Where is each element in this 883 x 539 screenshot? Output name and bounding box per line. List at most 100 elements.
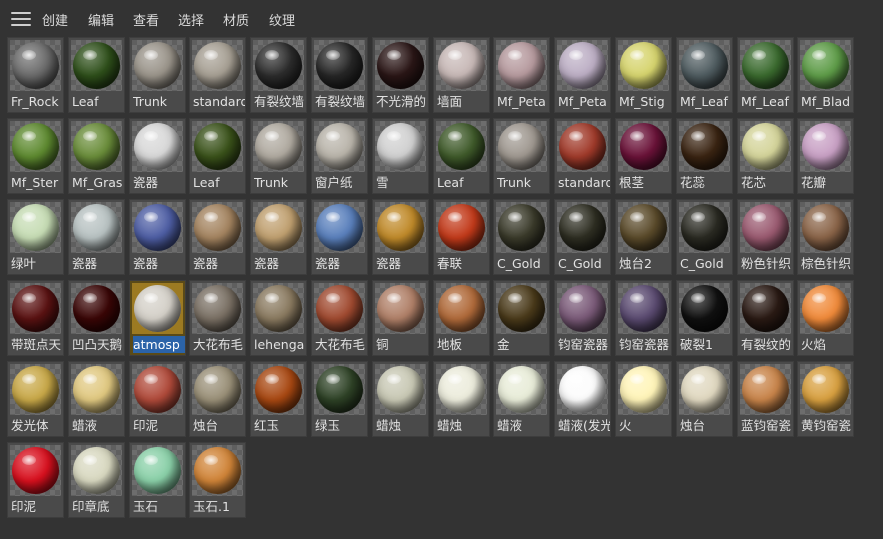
- material-thumbnail[interactable]: 瓷器: [372, 199, 429, 275]
- material-thumbnail[interactable]: 钧窑瓷器: [554, 280, 611, 356]
- material-thumbnail[interactable]: C_Gold: [493, 199, 550, 275]
- material-thumbnail[interactable]: 瓷器: [68, 199, 125, 275]
- material-thumbnail[interactable]: Trunk: [250, 118, 307, 194]
- menu-view[interactable]: 查看: [133, 10, 159, 29]
- menu-edit[interactable]: 编辑: [88, 10, 114, 29]
- material-label: atmosp: [133, 336, 185, 353]
- material-sphere-icon: [498, 204, 545, 251]
- material-thumbnail[interactable]: 花瓣: [797, 118, 854, 194]
- material-thumbnail[interactable]: 印泥: [129, 361, 186, 437]
- material-thumbnail[interactable]: 瓷器: [129, 199, 186, 275]
- material-thumbnail[interactable]: standard: [554, 118, 611, 194]
- material-thumbnail[interactable]: 蜡液: [493, 361, 550, 437]
- material-thumbnail[interactable]: 春联: [433, 199, 490, 275]
- material-label: 蓝钧窑瓷: [741, 418, 792, 433]
- material-thumbnail[interactable]: Trunk: [493, 118, 550, 194]
- material-thumbnail[interactable]: 烛台2: [615, 199, 672, 275]
- material-thumbnail[interactable]: 玉石.1: [189, 442, 246, 518]
- material-thumbnail[interactable]: 发光体: [7, 361, 64, 437]
- material-sphere-icon: [73, 42, 120, 89]
- material-label: 黄钧窑瓷: [801, 418, 852, 433]
- material-thumbnail[interactable]: C_Gold: [554, 199, 611, 275]
- material-preview: [10, 202, 61, 253]
- material-thumbnail[interactable]: 铜: [372, 280, 429, 356]
- material-sphere-icon: [134, 204, 181, 251]
- material-thumbnail[interactable]: 有裂纹墙: [311, 37, 368, 113]
- material-thumbnail[interactable]: Mf_Gras: [68, 118, 125, 194]
- material-thumbnail[interactable]: lehenga: [250, 280, 307, 356]
- material-sphere-icon: [255, 42, 302, 89]
- material-thumbnail[interactable]: Mf_Peta: [554, 37, 611, 113]
- material-thumbnail[interactable]: atmosp: [129, 280, 186, 356]
- material-thumbnail[interactable]: 瓷器: [189, 199, 246, 275]
- material-thumbnail[interactable]: 带斑点天: [7, 280, 64, 356]
- material-thumbnail[interactable]: 瓷器: [311, 199, 368, 275]
- material-thumbnail[interactable]: 烛台: [189, 361, 246, 437]
- material-thumbnail[interactable]: 印泥: [7, 442, 64, 518]
- material-thumbnail[interactable]: 破裂1: [676, 280, 733, 356]
- material-thumbnail[interactable]: Leaf: [68, 37, 125, 113]
- material-thumbnail[interactable]: standard: [189, 37, 246, 113]
- material-thumbnail[interactable]: 大花布毛: [311, 280, 368, 356]
- material-thumbnail[interactable]: 有裂纹的: [737, 280, 794, 356]
- material-thumbnail[interactable]: 大花布毛: [189, 280, 246, 356]
- material-thumbnail[interactable]: Mf_Leaf: [676, 37, 733, 113]
- material-thumbnail[interactable]: Leaf: [433, 118, 490, 194]
- material-thumbnail[interactable]: 蓝钧窑瓷: [737, 361, 794, 437]
- material-thumbnail[interactable]: 黄钧窑瓷: [797, 361, 854, 437]
- material-thumbnail[interactable]: Mf_Blad: [797, 37, 854, 113]
- material-thumbnail[interactable]: 瓷器: [250, 199, 307, 275]
- material-sphere-icon: [438, 285, 485, 332]
- menu-material[interactable]: 材质: [223, 10, 249, 29]
- material-label: 有裂纹墙: [254, 94, 305, 109]
- material-thumbnail[interactable]: Fr_Rock: [7, 37, 64, 113]
- material-thumbnail[interactable]: 墙面: [433, 37, 490, 113]
- material-thumbnail[interactable]: 粉色针织: [737, 199, 794, 275]
- material-sphere-icon: [194, 285, 241, 332]
- material-thumbnail[interactable]: 花蕊: [676, 118, 733, 194]
- material-label: 根茎: [619, 175, 645, 190]
- material-thumbnail[interactable]: 印章底: [68, 442, 125, 518]
- material-thumbnail[interactable]: Leaf: [189, 118, 246, 194]
- material-thumbnail[interactable]: 蜡液: [68, 361, 125, 437]
- material-label: 绿叶: [11, 256, 37, 271]
- material-label: 蜡液(发光: [558, 418, 610, 433]
- material-preview: [375, 283, 426, 334]
- menu-texture[interactable]: 纹理: [269, 10, 295, 29]
- material-thumbnail[interactable]: 蜡液(发光: [554, 361, 611, 437]
- material-thumbnail[interactable]: Trunk: [129, 37, 186, 113]
- material-thumbnail[interactable]: 玉石: [129, 442, 186, 518]
- material-thumbnail[interactable]: Mf_Leaf: [737, 37, 794, 113]
- material-thumbnail[interactable]: 花芯: [737, 118, 794, 194]
- menu-select[interactable]: 选择: [178, 10, 204, 29]
- material-thumbnail[interactable]: 不光滑的: [372, 37, 429, 113]
- material-thumbnail[interactable]: 雪: [372, 118, 429, 194]
- material-label: 蜡烛: [376, 418, 402, 433]
- material-thumbnail[interactable]: 棕色针织: [797, 199, 854, 275]
- material-thumbnail[interactable]: C_Gold: [676, 199, 733, 275]
- material-thumbnail[interactable]: 钧窑瓷器: [615, 280, 672, 356]
- material-thumbnail[interactable]: 地板: [433, 280, 490, 356]
- material-thumbnail[interactable]: 根茎: [615, 118, 672, 194]
- material-thumbnail[interactable]: 蜡烛: [372, 361, 429, 437]
- material-thumbnail[interactable]: 绿叶: [7, 199, 64, 275]
- hamburger-menu-icon[interactable]: [11, 12, 31, 26]
- material-thumbnail[interactable]: Mf_Stig: [615, 37, 672, 113]
- material-thumbnail[interactable]: Mf_Peta: [493, 37, 550, 113]
- material-thumbnail[interactable]: 蜡烛: [433, 361, 490, 437]
- material-thumbnail[interactable]: 火焰: [797, 280, 854, 356]
- material-sphere-icon: [12, 123, 59, 170]
- material-thumbnail[interactable]: 凹凸天鹅: [68, 280, 125, 356]
- menu-create[interactable]: 创建: [42, 10, 68, 29]
- material-thumbnail[interactable]: 绿玉: [311, 361, 368, 437]
- material-sphere-icon: [255, 366, 302, 413]
- material-thumbnail[interactable]: 有裂纹墙: [250, 37, 307, 113]
- material-thumbnail[interactable]: 瓷器: [129, 118, 186, 194]
- material-thumbnail[interactable]: Mf_Ster: [7, 118, 64, 194]
- material-thumbnail[interactable]: 红玉: [250, 361, 307, 437]
- material-thumbnail[interactable]: 金: [493, 280, 550, 356]
- material-thumbnail[interactable]: 火: [615, 361, 672, 437]
- material-thumbnail[interactable]: 窗户纸: [311, 118, 368, 194]
- material-label: 火: [619, 418, 632, 433]
- material-thumbnail[interactable]: 烛台: [676, 361, 733, 437]
